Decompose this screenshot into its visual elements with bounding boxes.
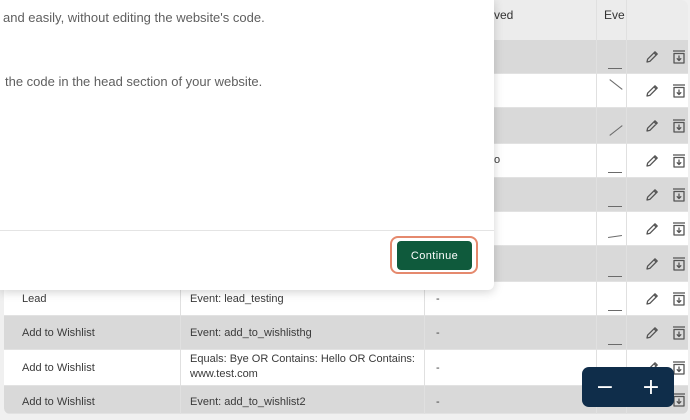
row-value: - [436, 293, 440, 305]
download-box-icon[interactable] [671, 187, 687, 203]
empty-dash [608, 206, 622, 207]
row-name: Add to Wishlist [22, 327, 95, 339]
app-page: ved Eve o Lead Event: lead_testing - Add… [0, 0, 690, 420]
empty-dash [608, 310, 622, 311]
row-value: - [436, 327, 440, 339]
setup-modal: and easily, without editing the website'… [0, 0, 494, 290]
zoom-control: − + [582, 367, 674, 407]
download-box-icon[interactable] [671, 153, 687, 169]
table-row[interactable]: Add to Wishlist Event: add_to_wishlisthg… [4, 316, 688, 350]
row-name: Lead [22, 293, 47, 305]
row-value: - [436, 362, 440, 374]
modal-description-line: and easily, without editing the website'… [3, 10, 265, 25]
empty-dash [608, 276, 622, 277]
partial-cell: o [494, 154, 501, 166]
pencil-icon[interactable] [644, 256, 660, 272]
pencil-icon[interactable] [644, 118, 660, 134]
modal-footer-divider [0, 230, 494, 231]
row-condition: Event: add_to_wishlist2 [190, 396, 306, 408]
pencil-icon[interactable] [644, 325, 660, 341]
download-box-icon[interactable] [671, 325, 687, 341]
row-name: Add to Wishlist [22, 396, 95, 408]
pencil-icon[interactable] [644, 221, 660, 237]
empty-dash [608, 172, 622, 173]
zoom-in-button[interactable]: + [628, 367, 674, 407]
empty-dash [608, 68, 622, 69]
row-condition: Equals: Bye OR Contains: Hello OR Contai… [190, 353, 415, 380]
download-box-icon[interactable] [671, 256, 687, 272]
download-box-icon[interactable] [671, 221, 687, 237]
zoom-out-button[interactable]: − [582, 367, 628, 407]
row-name: Add to Wishlist [22, 362, 95, 374]
row-condition: Event: lead_testing [190, 293, 284, 305]
modal-description-line: the code in the head section of your web… [5, 74, 263, 89]
column-divider [596, 0, 597, 414]
header-events: Eve [604, 8, 625, 22]
pencil-icon[interactable] [644, 153, 660, 169]
column-divider [626, 0, 627, 414]
pencil-icon[interactable] [644, 83, 660, 99]
empty-dash [608, 344, 622, 345]
download-box-icon[interactable] [671, 83, 687, 99]
download-box-icon[interactable] [671, 49, 687, 65]
pencil-icon[interactable] [644, 49, 660, 65]
pencil-icon[interactable] [644, 187, 660, 203]
row-value: - [436, 396, 440, 408]
header-partial: ved [494, 8, 514, 22]
continue-button[interactable]: Continue [397, 241, 472, 270]
download-box-icon[interactable] [671, 291, 687, 307]
row-condition: Event: add_to_wishlisthg [190, 327, 312, 339]
pencil-icon[interactable] [644, 291, 660, 307]
download-box-icon[interactable] [671, 118, 687, 134]
